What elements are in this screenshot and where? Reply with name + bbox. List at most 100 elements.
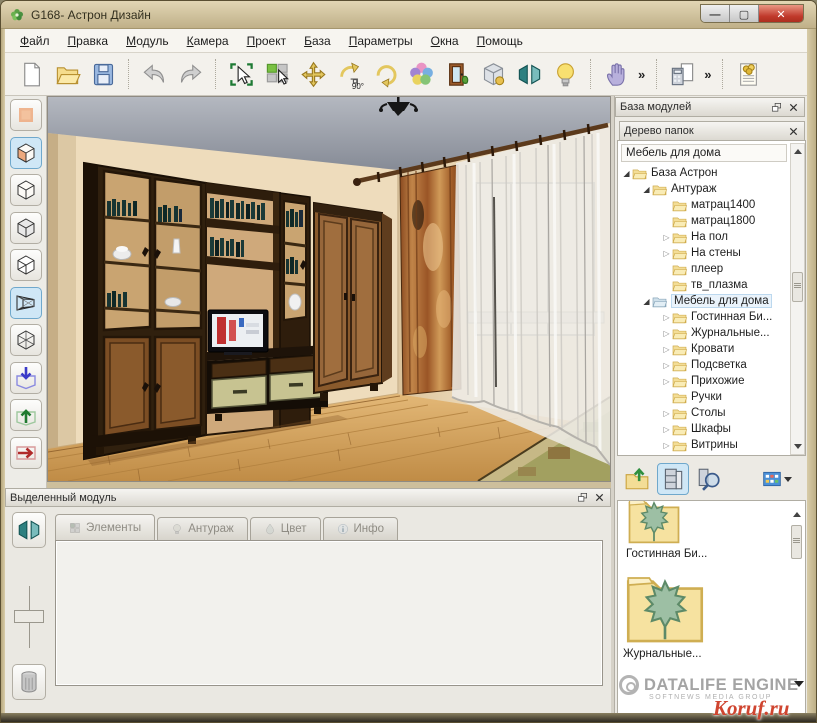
grid-view-button[interactable] [761,463,793,495]
tree-collapsed-icon[interactable]: ▷ [661,441,672,450]
float-panel-icon[interactable] [769,100,783,114]
tree-node[interactable]: плеер [621,261,789,277]
close-panel-icon[interactable] [786,100,800,114]
tab-color[interactable]: Цвет [249,517,321,540]
tree-collapsed-icon[interactable]: ▷ [661,377,672,386]
tree-node[interactable]: Ручки [621,389,789,405]
float-panel-icon[interactable] [575,491,589,505]
tree-collapsed-icon[interactable]: ▷ [661,329,672,338]
tv[interactable] [207,309,269,355]
menu-модуль[interactable]: Модуль [117,31,178,51]
solid-view-button[interactable] [9,136,42,169]
tab-elements[interactable]: Элементы [55,514,156,540]
export-right-button[interactable] [9,436,42,469]
perspective-view-button[interactable] [9,286,42,319]
tree-collapsed-icon[interactable]: ▷ [661,425,672,434]
list-scroll-thumb[interactable] [791,525,802,559]
tree-scroll-thumb[interactable] [792,272,803,302]
tree-collapsed-icon[interactable]: ▷ [661,233,672,242]
tree-collapsed-icon[interactable]: ▷ [661,409,672,418]
move-button[interactable] [295,55,331,93]
tree-node[interactable]: ▷ Витрины [621,437,789,453]
pan-hand-button[interactable] [598,55,634,93]
tree-collapsed-icon[interactable]: ▷ [661,345,672,354]
menu-параметры[interactable]: Параметры [340,31,422,51]
thumbnail-item[interactable]: Журнальные... [623,567,707,660]
save-file-button[interactable] [85,55,121,93]
mirror-button[interactable] [12,512,46,548]
menu-проект[interactable]: Проект [238,31,296,51]
modules-view-button[interactable] [657,463,689,495]
tree-node[interactable]: тв_плазма [621,277,789,293]
texture-button[interactable] [475,55,511,93]
scale-slider[interactable] [12,586,46,648]
tree-node[interactable]: матрац1400 [621,197,789,213]
close-panel-icon[interactable] [592,491,606,505]
menu-база[interactable]: База [295,31,340,51]
tree-node[interactable]: ▷ Столы [621,405,789,421]
wireframe-view-button[interactable] [9,324,42,356]
tree-node[interactable]: ▷ На пол [621,229,789,245]
flat-view-button[interactable] [9,99,42,131]
open-view-button[interactable] [9,249,42,281]
redo-button[interactable] [172,55,208,93]
dropdown-caret-icon[interactable] [784,476,792,482]
estimate-button[interactable] [730,55,766,93]
base-panel-header[interactable]: База модулей [615,97,805,117]
minimize-button[interactable]: — [701,5,730,22]
tree-node[interactable]: ▷ Шкафы [621,421,789,437]
tree-node[interactable]: ◢ Мебель для дома [621,293,789,309]
calculator-report-button[interactable] [664,55,700,93]
close-button[interactable]: ✕ [759,5,803,22]
tree-node[interactable]: ▷ Подсветка [621,357,789,373]
rotate-90-button[interactable]: 90° [331,55,367,93]
tree-scroll-down-icon[interactable] [792,441,803,452]
database-name-row[interactable]: Мебель для дома [621,144,787,162]
tree-scrollbar[interactable] [790,143,805,455]
open-folder-button[interactable] [49,55,85,93]
menu-помощь[interactable]: Помощь [468,31,532,51]
tree-node[interactable]: ▷ Кровати [621,341,789,357]
import-module-button[interactable] [9,361,42,394]
module-search-button[interactable] [693,463,725,495]
tree-expanded-icon[interactable]: ◢ [621,169,632,178]
menu-окна[interactable]: Окна [422,31,468,51]
new-document-button[interactable] [13,55,49,93]
maximize-button[interactable]: ▢ [730,5,759,22]
delete-trash-button[interactable] [12,664,46,700]
white-view-button[interactable] [9,174,42,206]
close-tree-icon[interactable] [786,124,800,138]
tree-collapsed-icon[interactable]: ▷ [661,313,672,322]
material-door-button[interactable] [439,55,475,93]
list-scroll-up-icon[interactable] [791,509,802,520]
tree-collapsed-icon[interactable]: ▷ [661,249,672,258]
shaded-view-button[interactable] [9,211,42,244]
tree-node[interactable]: ▷ Гостинная Би... [621,309,789,325]
menu-правка[interactable]: Правка [59,31,118,51]
slider-handle[interactable] [14,610,44,623]
menu-камера[interactable]: Камера [178,31,238,51]
patterned-curtain[interactable] [399,164,462,396]
tree-node[interactable]: ◢ Антураж [621,181,789,197]
tree-node[interactable]: ▷ На стены [621,245,789,261]
multi-select-button[interactable] [259,55,295,93]
module-elements-area[interactable] [55,540,603,686]
mirror-view-button[interactable] [511,55,547,93]
wardrobe[interactable] [313,201,392,401]
export-up-button[interactable] [9,399,42,431]
rotate-free-button[interactable] [367,55,403,93]
tree-expanded-icon[interactable]: ◢ [641,185,652,194]
title-bar[interactable]: G168- Астрон Дизайн — ▢ ✕ [1,1,816,29]
tree-node[interactable]: ▷ Прихожие [621,373,789,389]
tab-info[interactable]: Инфо [322,517,398,540]
menu-файл[interactable]: Файл [11,31,59,51]
viewport-3d[interactable] [47,96,611,482]
tree-node[interactable]: ▷ Журнальные... [621,325,789,341]
tree-node[interactable]: матрац1800 [621,213,789,229]
select-button[interactable] [223,55,259,93]
thumbnail-item[interactable]: Гостинная Би... [626,500,707,560]
light-button[interactable] [547,55,583,93]
tree-collapsed-icon[interactable]: ▷ [661,361,672,370]
tab-decor[interactable]: Антураж [157,517,248,540]
colors-button[interactable] [403,55,439,93]
